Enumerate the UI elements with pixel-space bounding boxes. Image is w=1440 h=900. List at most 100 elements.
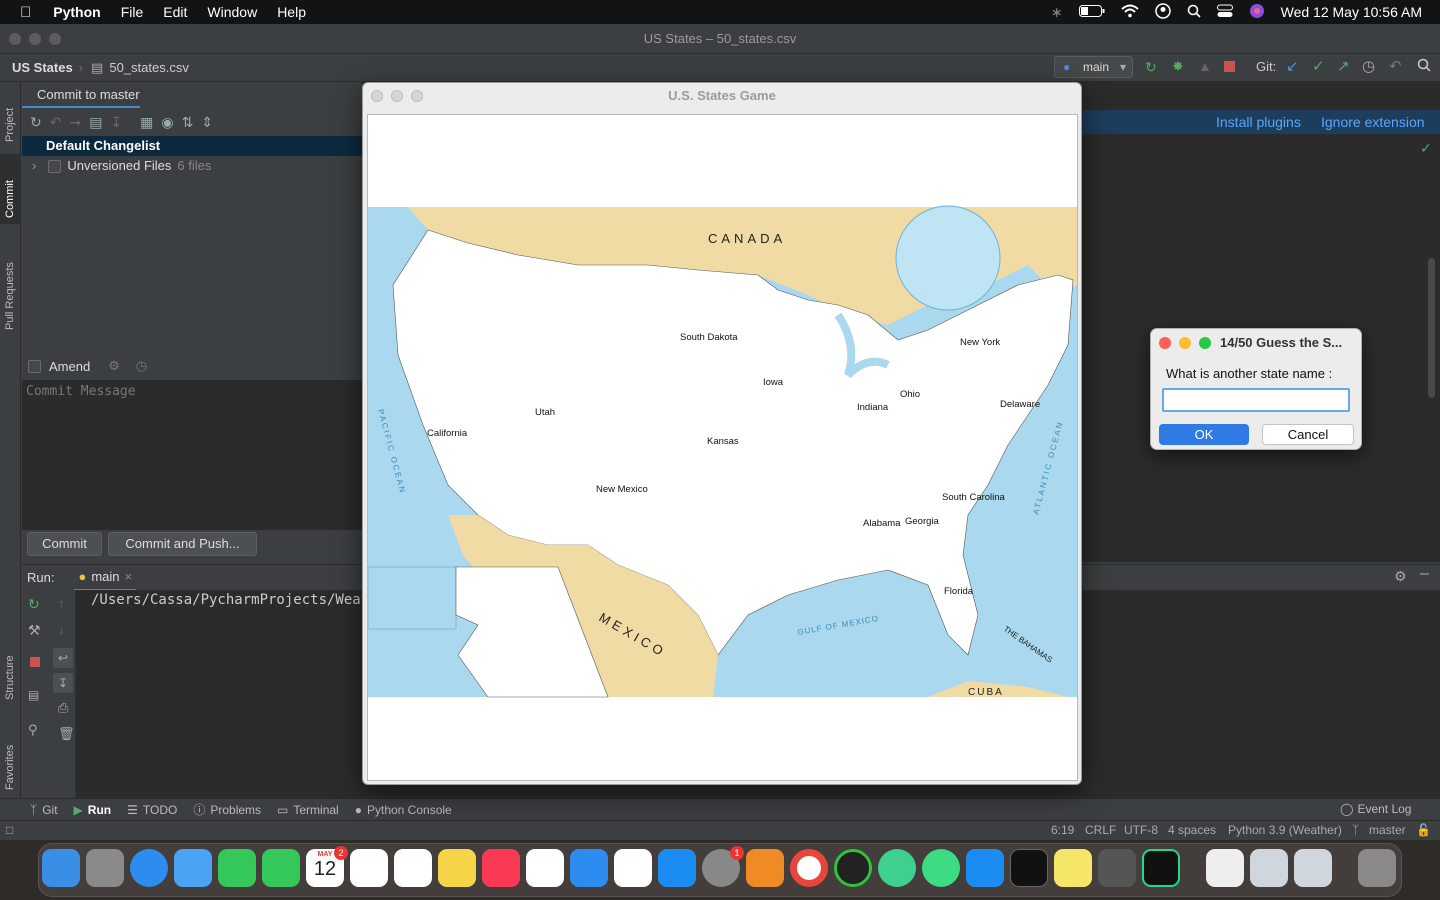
stop-icon[interactable] [1224,61,1235,72]
stop-icon[interactable] [30,657,40,667]
commit-button[interactable]: Commit [27,532,102,556]
close-icon[interactable] [1159,337,1171,349]
close-icon[interactable] [9,33,21,45]
search-everywhere-icon[interactable] [1417,58,1431,75]
downloads-icon[interactable] [1294,849,1332,887]
chrome-icon[interactable] [790,849,828,887]
minimize-icon[interactable] [29,33,41,45]
default-changelist[interactable]: Default Changelist [22,136,362,156]
preview-icon[interactable] [1250,849,1288,887]
tool-todo[interactable]: ☰ TODO [127,803,177,817]
view-options-icon[interactable]: ◉ [161,114,173,131]
numbers-icon[interactable] [526,849,564,887]
gear-icon[interactable]: ⚙ [1394,568,1407,585]
app-store-icon[interactable] [658,849,696,887]
shelve-icon[interactable]: ↧ [110,114,122,131]
status-branch[interactable]: master [1369,823,1406,837]
stickies-icon[interactable] [1054,849,1092,887]
mail-icon[interactable] [174,849,212,887]
terminal-app-icon[interactable] [1010,849,1048,887]
clock-icon[interactable]: ◷ [136,358,147,374]
ok-button[interactable]: OK [1159,424,1249,445]
install-plugins-link[interactable]: Install plugins [1216,114,1301,130]
scroll-to-end-icon[interactable]: ↧ [53,673,73,693]
atom-icon[interactable] [878,849,916,887]
safari-icon[interactable] [130,849,168,887]
reminders-icon[interactable] [350,849,388,887]
menubar-clock[interactable]: Wed 12 May 10:56 AM [1281,4,1422,20]
rerun-icon[interactable]: ↻ [28,596,40,613]
pin-icon[interactable]: ⚲ [28,722,38,738]
breadcrumb-file[interactable]: 50_states.csv [109,60,189,75]
tool-tab-favorites[interactable]: Favorites [0,712,21,792]
menu-help[interactable]: Help [277,4,306,20]
show-diff-icon[interactable]: ▤ [89,114,102,131]
unversioned-files-row[interactable]: › Unversioned Files 6 files [22,156,362,176]
cancel-button[interactable]: Cancel [1262,424,1354,445]
photos-icon[interactable] [394,849,432,887]
menu-app-name[interactable]: Python [53,4,100,20]
down-arrow-icon[interactable]: ↓ [58,622,65,637]
breadcrumb-project[interactable]: US States [12,60,73,75]
pycharm-icon[interactable] [1142,849,1180,887]
git-commit-icon[interactable]: ✓ [1312,57,1325,75]
tool-tab-structure[interactable]: Structure [0,622,21,702]
zoom-icon[interactable] [1199,337,1211,349]
keynote-icon[interactable] [570,849,608,887]
group-by-icon[interactable]: ▦ [140,114,153,131]
menu-edit[interactable]: Edit [163,4,187,20]
wifi-icon[interactable] [1120,4,1139,21]
trash-icon[interactable]: 🗑 [58,726,75,742]
tool-problems[interactable]: ⓘ Problems [193,801,261,818]
apple-icon[interactable]:  [20,4,31,21]
collapse-all-icon[interactable]: ⇕ [201,114,213,131]
expand-all-icon[interactable]: ⇅ [182,114,194,131]
git-update-icon[interactable]: ↙ [1286,57,1299,75]
tool-terminal[interactable]: ▭ Terminal [277,803,339,817]
wrench-icon[interactable]: ⚒ [28,622,41,639]
chevron-right-icon[interactable]: › [32,156,36,176]
books-icon[interactable] [746,849,784,887]
siri-icon[interactable] [1249,3,1265,22]
android-studio-icon[interactable] [922,849,960,887]
coverage-icon[interactable]: ▲ [1198,58,1212,74]
bluetooth-icon[interactable]: ∗ [1051,4,1063,21]
activity-icon[interactable] [834,849,872,887]
status-encoding[interactable]: UTF-8 [1124,823,1158,837]
minimize-panel-icon[interactable]: – [1420,565,1429,583]
status-position[interactable]: 6:19 [1051,823,1074,837]
close-tab-icon[interactable]: × [125,565,133,589]
debug-icon[interactable]: ✸ [1172,58,1184,75]
ignore-extension-link[interactable]: Ignore extension [1321,114,1425,130]
menu-window[interactable]: Window [207,4,257,20]
amend-checkbox[interactable] [28,359,41,373]
textedit-icon[interactable] [1206,849,1244,887]
soft-wrap-icon[interactable]: ↩ [53,648,73,668]
facetime-icon[interactable] [218,849,256,887]
menu-file[interactable]: File [121,4,144,20]
xcode-icon[interactable] [966,849,1004,887]
commit-and-push-button[interactable]: Commit and Push... [108,532,257,556]
unversioned-checkbox[interactable] [48,159,62,173]
control-center-icon[interactable] [1216,4,1233,21]
calendar-icon[interactable]: MAY 12 2 [306,846,348,887]
zoom-icon[interactable] [49,33,61,45]
amend-label[interactable]: Amend [49,359,90,374]
run-configuration-select[interactable]: ● main ▾ [1054,56,1133,78]
tool-python-console[interactable]: ● Python Console [355,803,452,817]
minimize-icon[interactable] [1179,337,1191,349]
history-icon[interactable]: ◷ [1362,57,1375,75]
event-log[interactable]: ◯ Event Log [1340,802,1411,816]
layout-icon[interactable]: ▤ [28,688,39,702]
status-interpreter[interactable]: Python 3.9 (Weather) [1228,823,1342,837]
commit-panel-tab[interactable]: Commit to master [22,82,140,108]
refresh-icon[interactable]: ↻ [30,114,42,131]
rollback-icon[interactable]: ↶ [50,114,62,131]
status-line-separator[interactable]: CRLF [1085,823,1116,837]
calculator-icon[interactable] [1098,849,1136,887]
rerun-icon[interactable]: ↻ [1145,59,1157,76]
launchpad-icon[interactable] [86,849,124,887]
git-push-icon[interactable]: ↗ [1337,57,1350,75]
gear-icon[interactable]: ⚙ [108,358,120,374]
notes-icon[interactable] [438,849,476,887]
